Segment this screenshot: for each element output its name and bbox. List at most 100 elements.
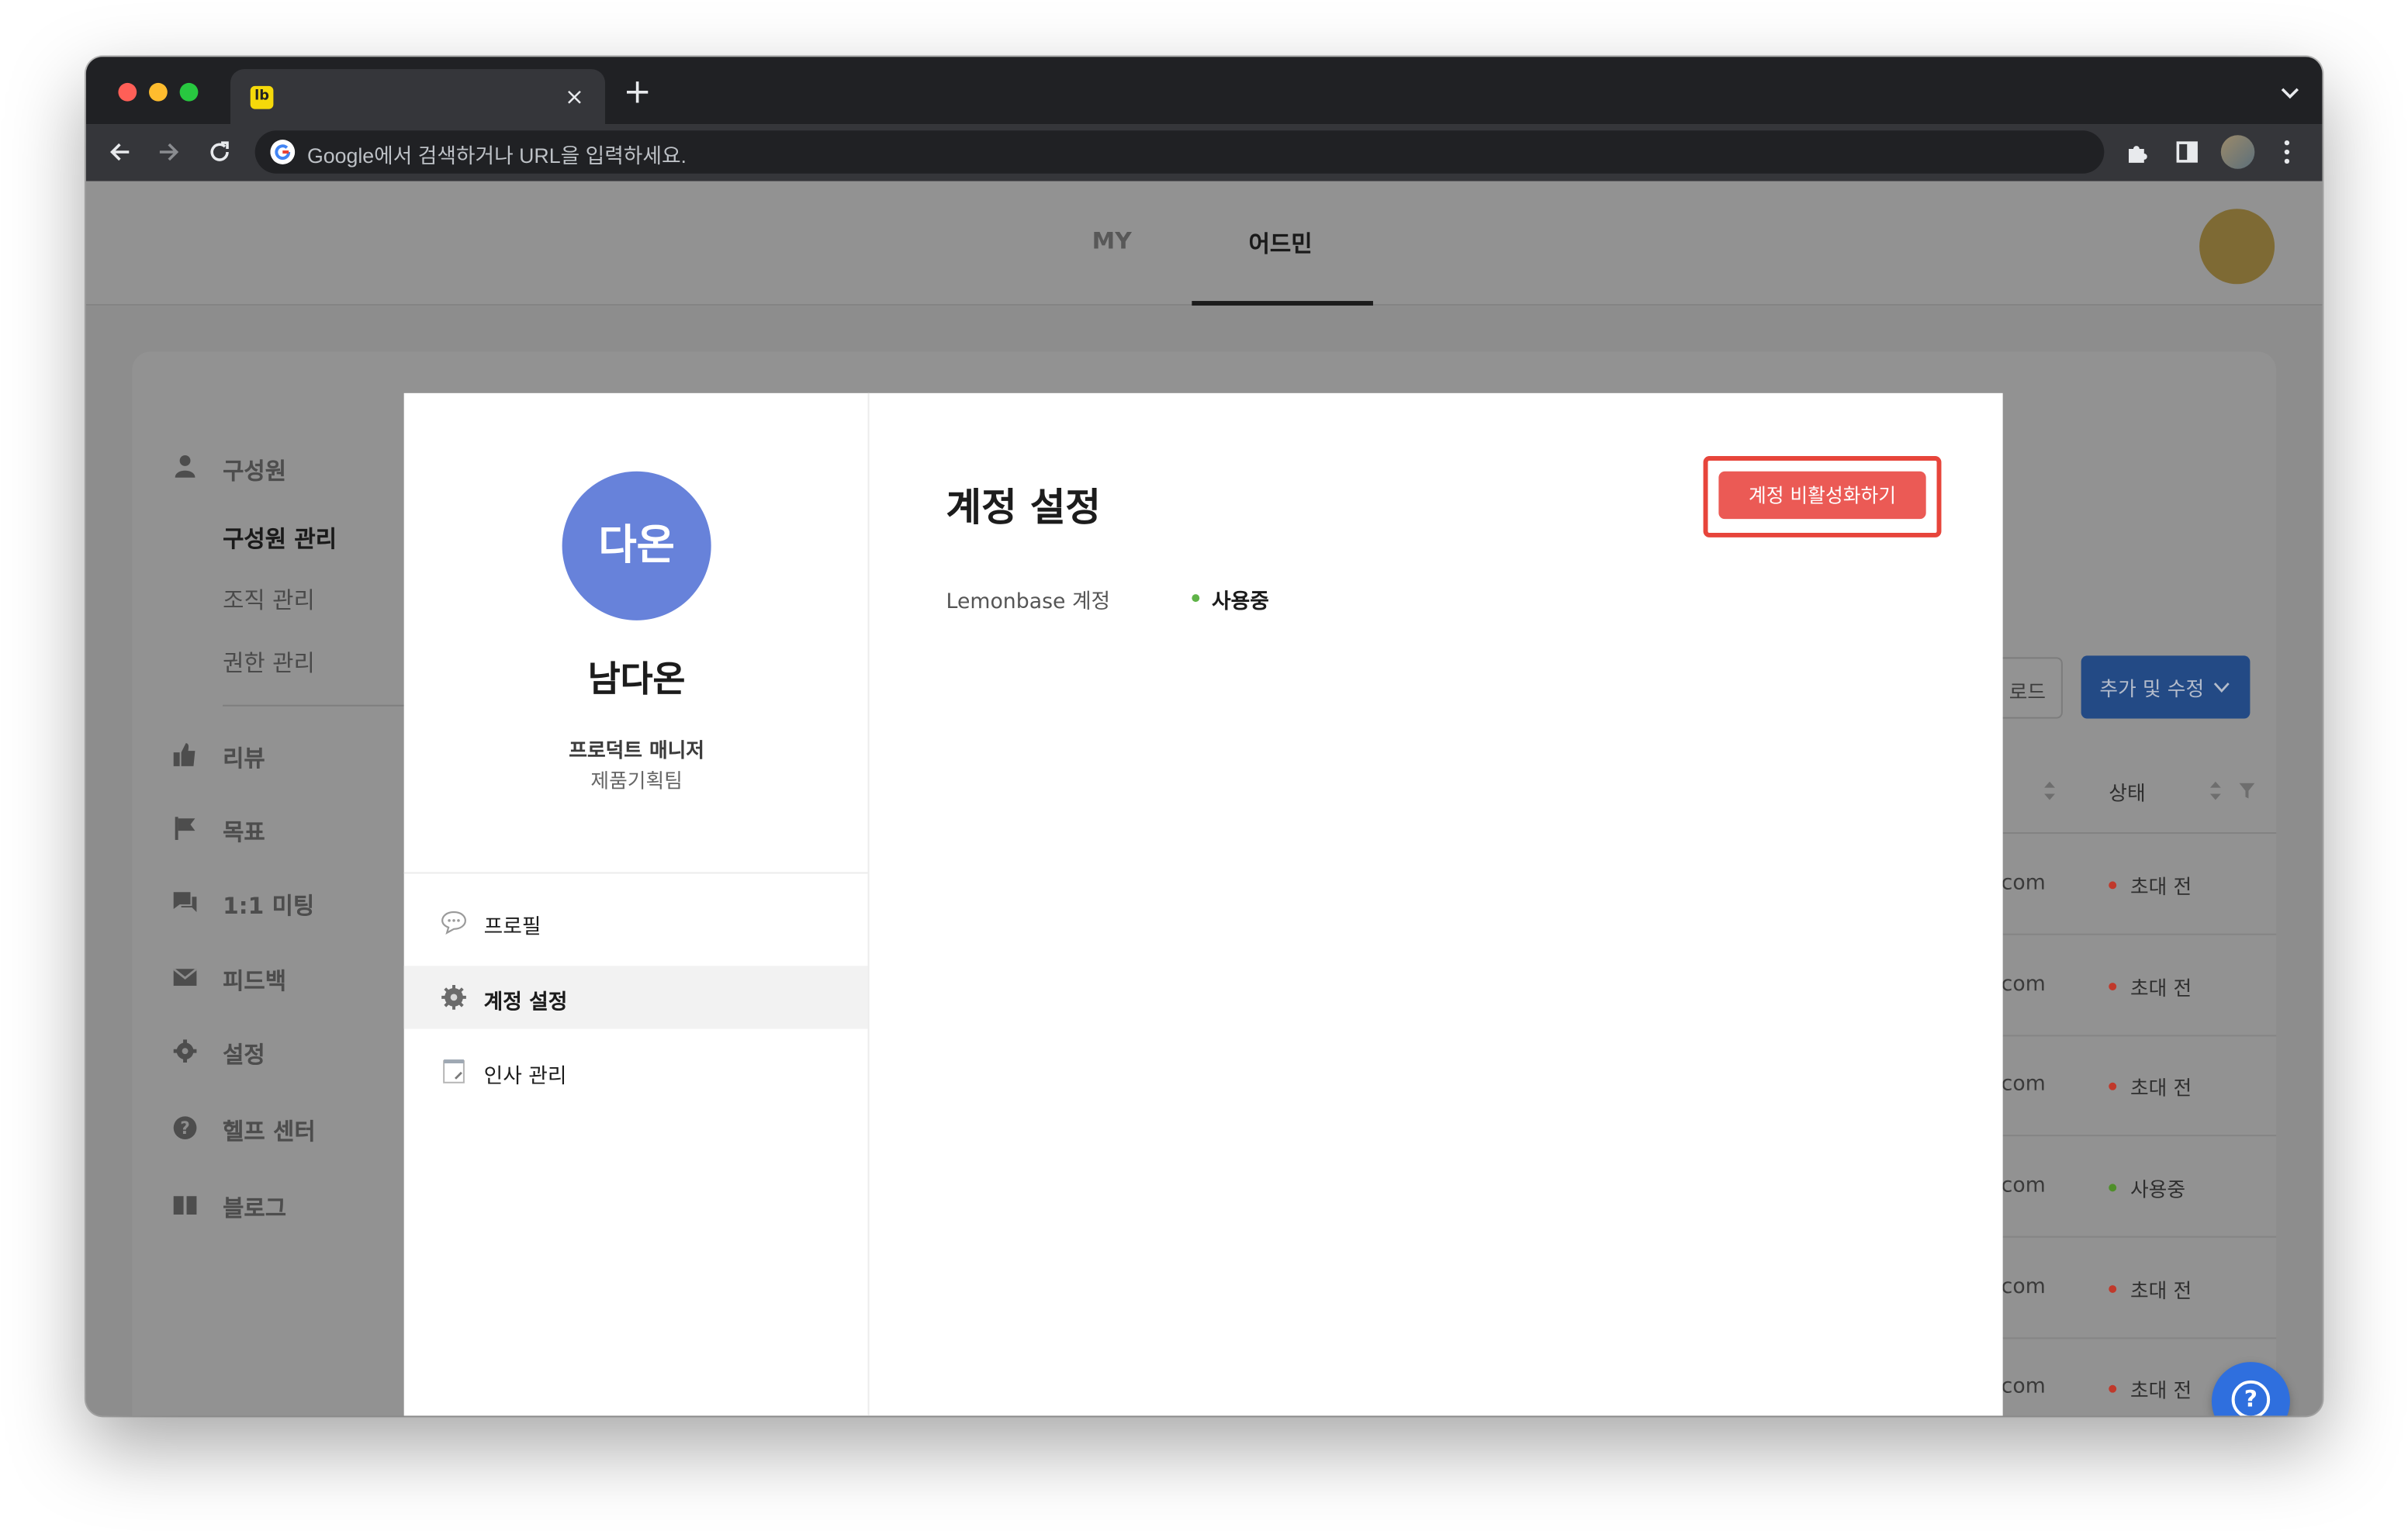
svg-text:?: ?: [180, 1119, 190, 1139]
minimize-window-button[interactable]: [149, 82, 168, 102]
download-button-label: 로드: [2008, 682, 2046, 705]
active-tab-indicator: [1192, 301, 1373, 306]
extensions-puzzle-icon[interactable]: [2123, 137, 2154, 168]
row-email: com: [2001, 972, 2046, 997]
chat-icon: [173, 892, 197, 913]
gear-icon: [173, 1039, 197, 1063]
sidebar-item-blog[interactable]: 블로그: [223, 1191, 286, 1224]
row-email: com: [2001, 1173, 2046, 1198]
account-status-dot: [1192, 594, 1200, 603]
address-bar[interactable]: Google에서 검색하거나 URL을 입력하세요.: [254, 130, 2105, 174]
status-column-header: 상태: [2109, 783, 2146, 807]
flag-icon: [175, 817, 195, 840]
browser-toolbar: Google에서 검색하거나 URL을 입력하세요.: [85, 124, 2323, 181]
account-status-value: 사용중: [1212, 589, 1269, 614]
tab-search-chevron-icon[interactable]: [2279, 81, 2301, 103]
status-dot: [2109, 1285, 2117, 1293]
close-window-button[interactable]: [118, 82, 137, 102]
status-dot: [2109, 1384, 2117, 1393]
deactivate-account-button[interactable]: 계정 비활성화하기: [1718, 471, 1926, 520]
address-bar-placeholder: Google에서 검색하거나 URL을 입력하세요.: [306, 144, 687, 168]
question-mark-icon: ?: [2231, 1380, 2271, 1416]
google-icon: [270, 140, 296, 164]
sidebar-item-goals[interactable]: 목표: [223, 815, 265, 848]
maximize-window-button[interactable]: [179, 82, 199, 102]
row-email: com: [2001, 1071, 2046, 1097]
row-email: com: [2001, 870, 2046, 896]
help-circle-icon: ?: [173, 1116, 197, 1140]
lemonbase-account-label: Lemonbase 계정: [946, 589, 1111, 614]
modal-menu-account-settings-label: 계정 설정: [483, 990, 568, 1015]
tab-admin[interactable]: 어드민: [1249, 227, 1313, 260]
status-sort-icon[interactable]: [2209, 780, 2223, 802]
sidebar-item-members[interactable]: 구성원: [223, 454, 286, 487]
modal-menu-hr-management-label: 인사 관리: [483, 1064, 567, 1089]
chrome-profile-avatar[interactable]: [2220, 135, 2255, 169]
status-dot: [2109, 881, 2117, 890]
user-avatar[interactable]: [2199, 209, 2275, 285]
profile-team: 제품기획팀: [590, 770, 683, 794]
forward-arrow-icon[interactable]: [154, 137, 185, 168]
modal-profile-panel: 다온 남다온 프로덕트 매니저 제품기획팀 프로필 계정 설정 인사 관리: [403, 392, 870, 1416]
sidebar-item-feedback[interactable]: 피드백: [223, 964, 286, 997]
add-edit-button[interactable]: 추가 및 수정: [2081, 655, 2251, 719]
profile-divider: [403, 872, 870, 874]
add-edit-button-label: 추가 및 수정: [2099, 679, 2205, 702]
row-status: 초대 전: [2129, 1280, 2192, 1304]
mail-icon: [172, 968, 198, 987]
modal-menu-profile-label: 프로필: [483, 914, 541, 940]
row-status: 초대 전: [2129, 1077, 2192, 1101]
speech-bubble-icon: [441, 911, 466, 935]
row-email: com: [2001, 1274, 2046, 1299]
row-divider: [2002, 933, 2277, 935]
thumbs-up-icon: [173, 743, 195, 766]
row-status: 초대 전: [2129, 978, 2192, 1001]
row-status: 초대 전: [2129, 1380, 2192, 1404]
status-dot: [2109, 983, 2117, 990]
profile-name: 남다온: [587, 660, 686, 700]
modal-menu-hr-management[interactable]: 인사 관리: [404, 1039, 868, 1102]
modal-title: 계정 설정: [946, 485, 1101, 530]
reload-icon[interactable]: [204, 137, 235, 168]
sidebar-item-member-management[interactable]: 구성원 관리: [223, 522, 337, 555]
row-email: com: [2001, 1374, 2046, 1399]
browser-tab[interactable]: lb ×: [230, 69, 606, 125]
side-panel-icon[interactable]: [2171, 137, 2202, 168]
profile-avatar: 다온: [562, 471, 711, 620]
book-icon: [173, 1196, 197, 1215]
row-divider: [2002, 1337, 2277, 1339]
table-header-divider: [2002, 832, 2277, 835]
back-arrow-icon[interactable]: [105, 137, 136, 168]
sidebar-item-one-on-one[interactable]: 1:1 미팅: [223, 889, 314, 921]
browser-tab-strip: lb × +: [85, 57, 2323, 125]
row-divider: [2002, 1035, 2277, 1037]
modal-menu-account-settings[interactable]: 계정 설정: [403, 966, 868, 1029]
sidebar-item-review[interactable]: 리뷰: [223, 741, 265, 774]
app-header: MY 어드민: [85, 181, 2323, 306]
member-detail-modal: 다온 남다온 프로덕트 매니저 제품기획팀 프로필 계정 설정 인사 관리 계정…: [403, 392, 2003, 1416]
modal-menu-profile[interactable]: 프로필: [404, 890, 868, 953]
chevron-down-icon: [2213, 683, 2230, 693]
web-page: MY 어드민 구성원 구성원 관리 조직 관리 권한 관리 리뷰 목표 1:1 …: [85, 181, 2323, 1416]
tab-close-button[interactable]: ×: [559, 81, 590, 112]
sidebar-item-org-management[interactable]: 조직 관리: [223, 583, 315, 616]
sidebar-divider: [223, 704, 407, 707]
row-status: 초대 전: [2129, 876, 2192, 900]
sidebar-item-help-center[interactable]: 헬프 센터: [223, 1115, 316, 1147]
gear-icon: [441, 985, 466, 1010]
sidebar-item-settings[interactable]: 설정: [223, 1038, 265, 1070]
row-status: 사용중: [2129, 1179, 2186, 1203]
filter-icon[interactable]: [2238, 782, 2257, 800]
sidebar-item-permission-management[interactable]: 권한 관리: [223, 646, 315, 679]
row-divider: [2002, 1135, 2277, 1137]
notepad-icon: [443, 1059, 465, 1083]
person-icon: [175, 455, 195, 478]
profile-role: 프로덕트 매니저: [569, 740, 704, 763]
status-dot: [2109, 1184, 2117, 1192]
new-tab-button[interactable]: +: [621, 76, 655, 112]
status-dot: [2109, 1082, 2117, 1090]
sort-icon[interactable]: [2043, 780, 2057, 802]
more-vertical-icon[interactable]: [2271, 137, 2302, 168]
browser-window: lb × + Google에서 검색하거나 URL을 입력하세요. MY 어드민…: [85, 57, 2323, 1416]
tab-my[interactable]: MY: [1092, 227, 1132, 255]
